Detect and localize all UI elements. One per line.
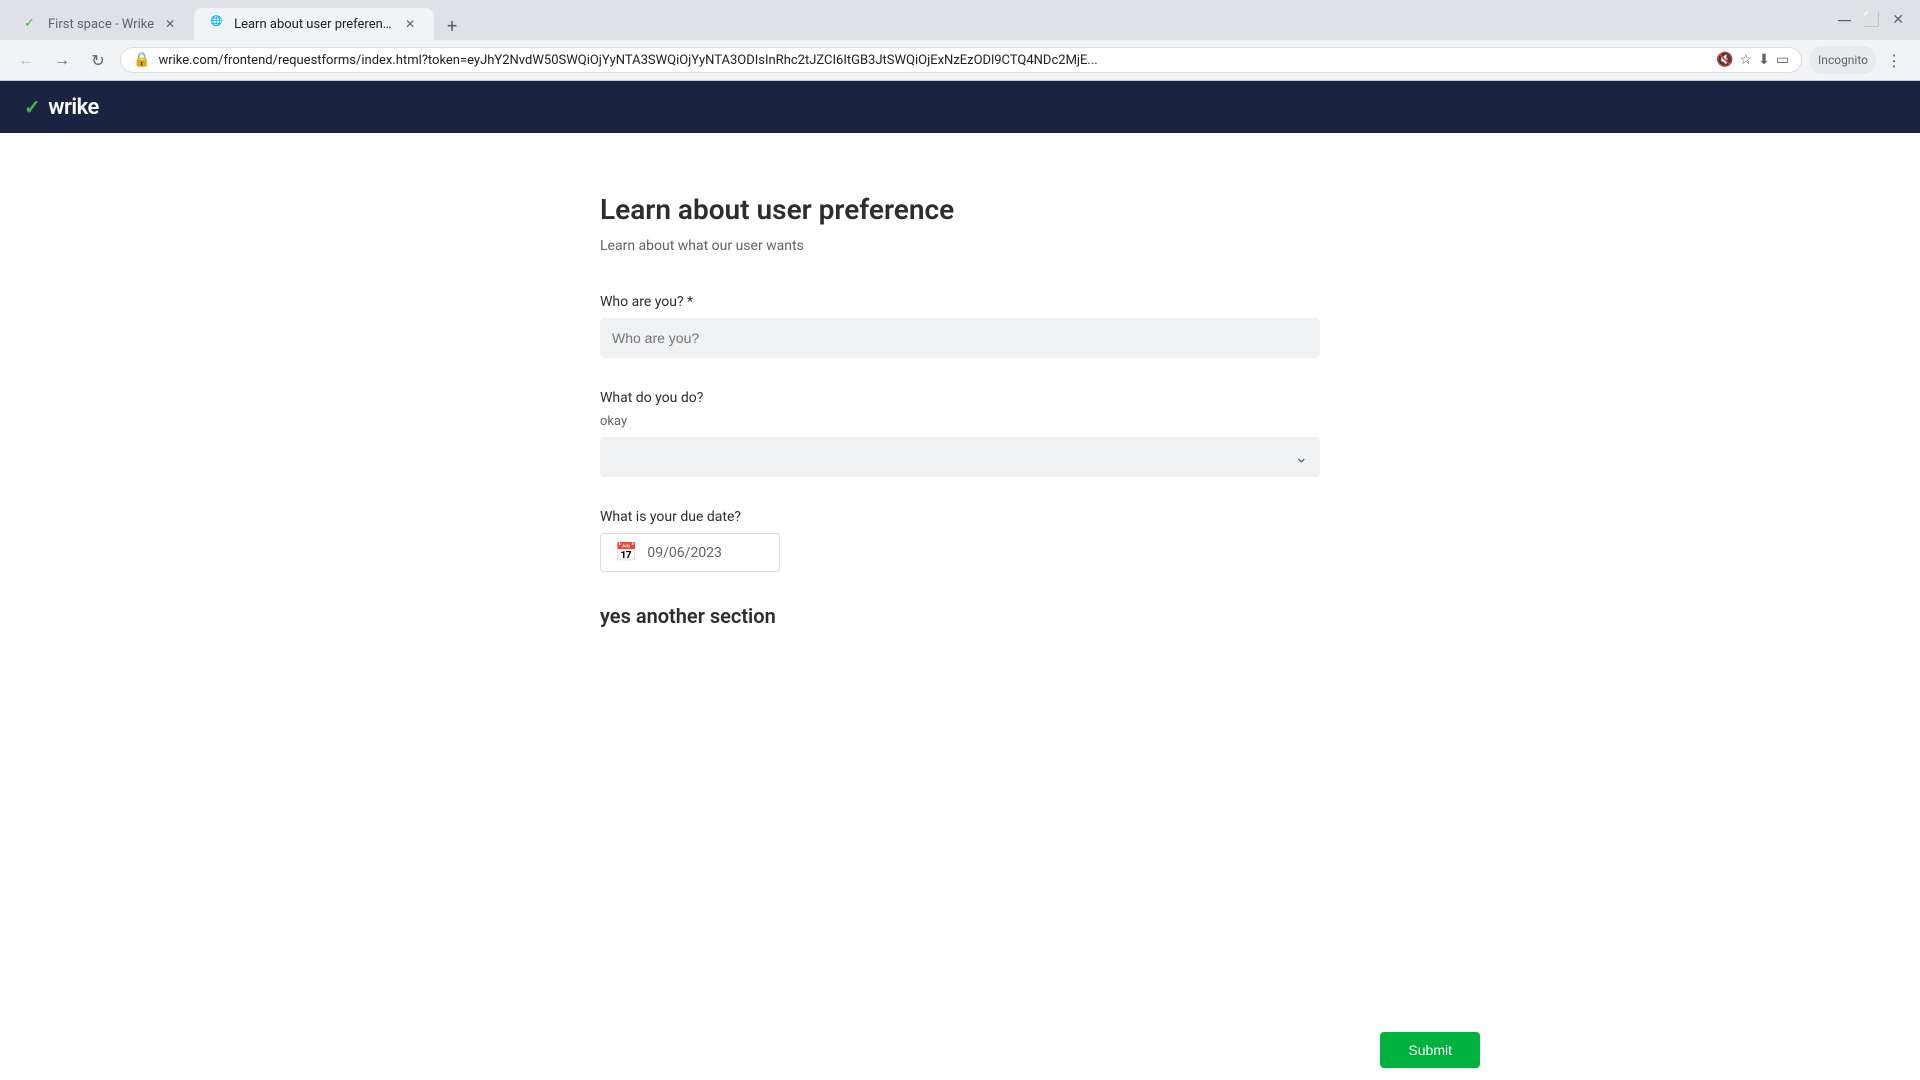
- required-marker: *: [687, 294, 693, 310]
- wrike-logo: ✓ wrike: [24, 95, 99, 120]
- what-do-you-do-dropdown[interactable]: Developer Designer Manager Other: [600, 437, 1320, 477]
- date-value: 09/06/2023: [647, 545, 722, 561]
- form-section-duedate: What is your due date? 📅 09/06/2023: [600, 509, 1320, 572]
- section-heading: yes another section: [600, 604, 1320, 628]
- main-content: Learn about user preference Learn about …: [580, 133, 1340, 760]
- close-window-button[interactable]: ✕: [1892, 12, 1904, 28]
- wrike-logo-text: wrike: [48, 95, 99, 120]
- toolbar-right-buttons: Incognito ⋮: [1810, 46, 1908, 74]
- form-subtitle: Learn about what our user wants: [600, 238, 1320, 254]
- calendar-icon: 📅: [615, 542, 637, 563]
- tab-1-favicon: ✓: [24, 16, 40, 32]
- what-description: okay: [600, 414, 1320, 429]
- browser-tabs: ✓ First space - Wrike ✕ 🌐 Learn about us…: [8, 8, 1830, 40]
- who-are-you-input[interactable]: [600, 318, 1320, 358]
- address-bar[interactable]: 🔒 wrike.com/frontend/requestforms/index.…: [120, 47, 1802, 73]
- tab-2-close[interactable]: ✕: [402, 16, 418, 32]
- form-section-what: What do you do? okay Developer Designer …: [600, 390, 1320, 477]
- browser-tab-1[interactable]: ✓ First space - Wrike ✕: [8, 8, 194, 40]
- due-date-picker[interactable]: 📅 09/06/2023: [600, 533, 780, 572]
- back-button[interactable]: ←: [12, 46, 40, 74]
- browser-toolbar: ← → ↻ 🔒 wrike.com/frontend/requestforms/…: [0, 40, 1920, 80]
- incognito-label: Incognito: [1818, 53, 1868, 67]
- lock-icon: 🔒: [133, 52, 150, 68]
- duedate-label: What is your due date?: [600, 509, 1320, 525]
- another-section: yes another section: [600, 604, 1320, 628]
- tab-1-close[interactable]: ✕: [162, 16, 178, 32]
- browser-title-bar: ✓ First space - Wrike ✕ 🌐 Learn about us…: [0, 0, 1920, 40]
- form-title: Learn about user preference: [600, 193, 1320, 226]
- tab-1-title: First space - Wrike: [48, 17, 154, 32]
- incognito-button[interactable]: Incognito: [1810, 46, 1876, 74]
- submit-button[interactable]: Submit: [1380, 1032, 1480, 1068]
- bookmark-icon[interactable]: ☆: [1740, 52, 1753, 68]
- url-controls: 🔇 ☆ ⬇ ▭: [1716, 52, 1789, 68]
- what-dropdown-wrapper: Developer Designer Manager Other ⌄: [600, 437, 1320, 477]
- what-label: What do you do?: [600, 390, 1320, 406]
- mute-icon[interactable]: 🔇: [1716, 52, 1733, 68]
- url-text: wrike.com/frontend/requestforms/index.ht…: [158, 53, 1708, 68]
- minimize-button[interactable]: ─: [1838, 10, 1851, 31]
- forward-button[interactable]: →: [48, 46, 76, 74]
- maximize-button[interactable]: ⬜: [1863, 12, 1880, 28]
- menu-button[interactable]: ⋮: [1880, 46, 1908, 74]
- reload-button[interactable]: ↻: [84, 46, 112, 74]
- tab-2-favicon: 🌐: [210, 16, 226, 32]
- who-label: Who are you? *: [600, 294, 1320, 310]
- form-section-who: Who are you? *: [600, 294, 1320, 358]
- browser-chrome: ✓ First space - Wrike ✕ 🌐 Learn about us…: [0, 0, 1920, 81]
- cast-icon[interactable]: ▭: [1776, 52, 1789, 68]
- wrike-header: ✓ wrike: [0, 81, 1920, 133]
- download-icon[interactable]: ⬇: [1758, 52, 1770, 68]
- browser-tab-2[interactable]: 🌐 Learn about user preference ✕: [194, 8, 434, 40]
- new-tab-button[interactable]: +: [438, 12, 466, 40]
- tab-2-title: Learn about user preference: [234, 17, 394, 32]
- wrike-checkmark-icon: ✓: [24, 95, 40, 119]
